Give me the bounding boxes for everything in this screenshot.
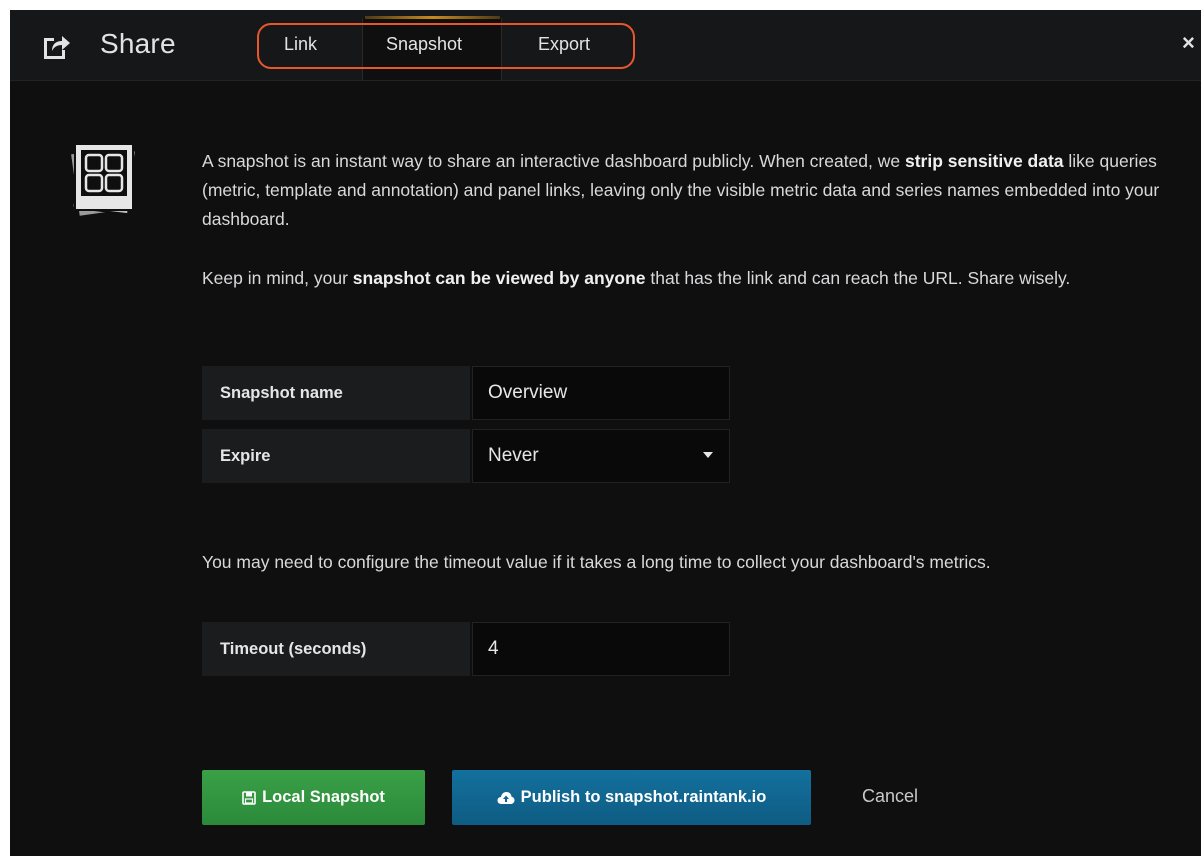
local-snapshot-label: Local Snapshot <box>262 788 385 806</box>
local-snapshot-button[interactable]: Local Snapshot <box>202 770 425 825</box>
chevron-down-icon <box>703 452 713 458</box>
snapshot-description: A snapshot is an instant way to share an… <box>202 147 1187 234</box>
timeout-note: You may need to configure the timeout va… <box>202 552 991 572</box>
publish-snapshot-button[interactable]: Publish to snapshot.raintank.io <box>452 770 811 825</box>
description-text-1: A snapshot is an instant way to share an… <box>202 151 905 171</box>
warning-emphasis: snapshot can be viewed by anyone <box>352 268 646 288</box>
expire-select[interactable]: Never <box>472 429 730 483</box>
close-icon[interactable]: × <box>1182 30 1195 56</box>
share-modal: Share Link Snapshot Export × A snapshot … <box>10 10 1201 856</box>
modal-title: Share <box>100 28 176 59</box>
expire-value: Never <box>488 445 539 466</box>
timeout-label: Timeout (seconds) <box>202 622 470 676</box>
save-icon <box>242 790 256 805</box>
cancel-button[interactable]: Cancel <box>862 786 918 807</box>
publish-snapshot-label: Publish to snapshot.raintank.io <box>520 788 767 806</box>
modal-header: Share Link Snapshot Export × <box>10 10 1201 81</box>
cloud-upload-icon <box>497 791 515 804</box>
tabs-highlight-annotation <box>257 23 635 69</box>
expire-label: Expire <box>202 429 470 483</box>
snapshot-illustration-icon <box>68 142 137 218</box>
timeout-input[interactable]: 4 <box>472 622 730 676</box>
warning-text-2: that has the link and can reach the URL.… <box>645 268 1071 288</box>
description-emphasis-1: strip sensitive data <box>905 151 1064 171</box>
warning-text-1: Keep in mind, your <box>202 268 353 288</box>
snapshot-name-label: Snapshot name <box>202 366 470 420</box>
active-tab-indicator <box>365 16 500 19</box>
snapshot-warning: Keep in mind, your snapshot can be viewe… <box>202 264 1187 293</box>
share-icon <box>44 36 70 59</box>
snapshot-name-input[interactable]: Overview <box>472 366 730 420</box>
